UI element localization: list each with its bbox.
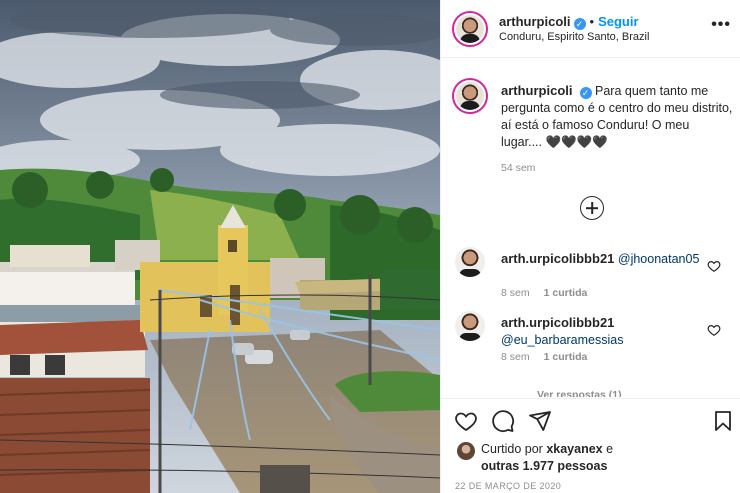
comment-username[interactable]: arth.urpicolibbb21 [501,251,614,266]
liked-by-prefix: Curtido por [481,442,543,456]
comment-heart-icon[interactable] [707,259,721,273]
verified-badge-icon: ✓ [573,18,586,30]
town-photo-illustration [0,0,440,493]
post-date[interactable]: 22 DE MARÇO DE 2020 [455,481,561,491]
post-location[interactable]: Conduru, Espirito Santo, Brazil [499,31,649,43]
more-options-icon[interactable]: ••• [711,16,731,34]
follow-button[interactable]: Seguir [598,14,638,29]
comment-likes[interactable]: 1 curtida [544,287,588,299]
liked-by-others[interactable]: outras 1.977 pessoas [481,459,607,473]
separator-dot: • [589,14,595,29]
heart-icon[interactable] [454,409,478,433]
comment-mention[interactable]: @jhoonatan05 [618,252,700,266]
comment-username[interactable]: arth.urpicolibbb21 [501,315,614,330]
liked-by-text[interactable]: Curtido por xkayanex e outras 1.977 pess… [481,441,651,475]
load-more-comments-icon[interactable] [580,196,604,220]
comment-heart-icon[interactable] [707,323,721,337]
post-header: arthurpicoli ✓ • Seguir Conduru, Espirito S… [441,0,740,58]
caption-username[interactable]: arthurpicoli [501,83,573,98]
comment-avatar[interactable] [455,311,485,341]
comment-time[interactable]: 8 sem [501,287,530,299]
liked-by-user[interactable]: xkayanex [546,442,602,456]
post-caption: arthurpicoli ✓ Para quem tanto me pergunt… [501,82,733,151]
comment-likes[interactable]: 1 curtida [544,351,588,363]
liker-avatar[interactable] [457,442,475,460]
comment-time[interactable]: 8 sem [501,351,530,363]
view-replies-link[interactable]: Ver respostas (1) [537,389,622,397]
share-icon[interactable] [528,409,552,433]
liked-by-middle: e [606,442,614,456]
post-photo[interactable] [0,0,440,493]
comment-body: arth.urpicolibbb21 @jhoonatan05 [501,250,701,268]
comment-body: arth.urpicolibbb21 @eu_barbaramessias [501,314,701,349]
bookmark-icon[interactable] [711,409,735,433]
comment-mention[interactable]: @eu_barbaramessias [501,333,623,347]
author-username[interactable]: arthurpicoli [499,14,571,29]
caption-timestamp[interactable]: 54 sem [501,162,535,174]
post-actions: Curtido por xkayanex e outras 1.977 pess… [441,398,740,493]
comment-meta: 8 sem 1 curtida [501,351,601,363]
author-avatar[interactable] [452,11,488,47]
verified-badge-icon: ✓ [579,87,592,99]
comments-section: arthurpicoli ✓ Para quem tanto me pergunt… [441,59,740,397]
post-side-panel: arthurpicoli ✓ • Seguir Conduru, Espirito S… [440,0,740,493]
comment-icon[interactable] [491,409,515,433]
comment-item: arth.urpicolibbb21 @eu_barbaramessias 8 … [441,311,740,391]
caption-avatar[interactable] [452,78,488,114]
header-user-line: arthurpicoli ✓ • Seguir [499,13,639,31]
comment-avatar[interactable] [455,247,485,277]
comment-meta: 8 sem 1 curtida [501,287,601,299]
